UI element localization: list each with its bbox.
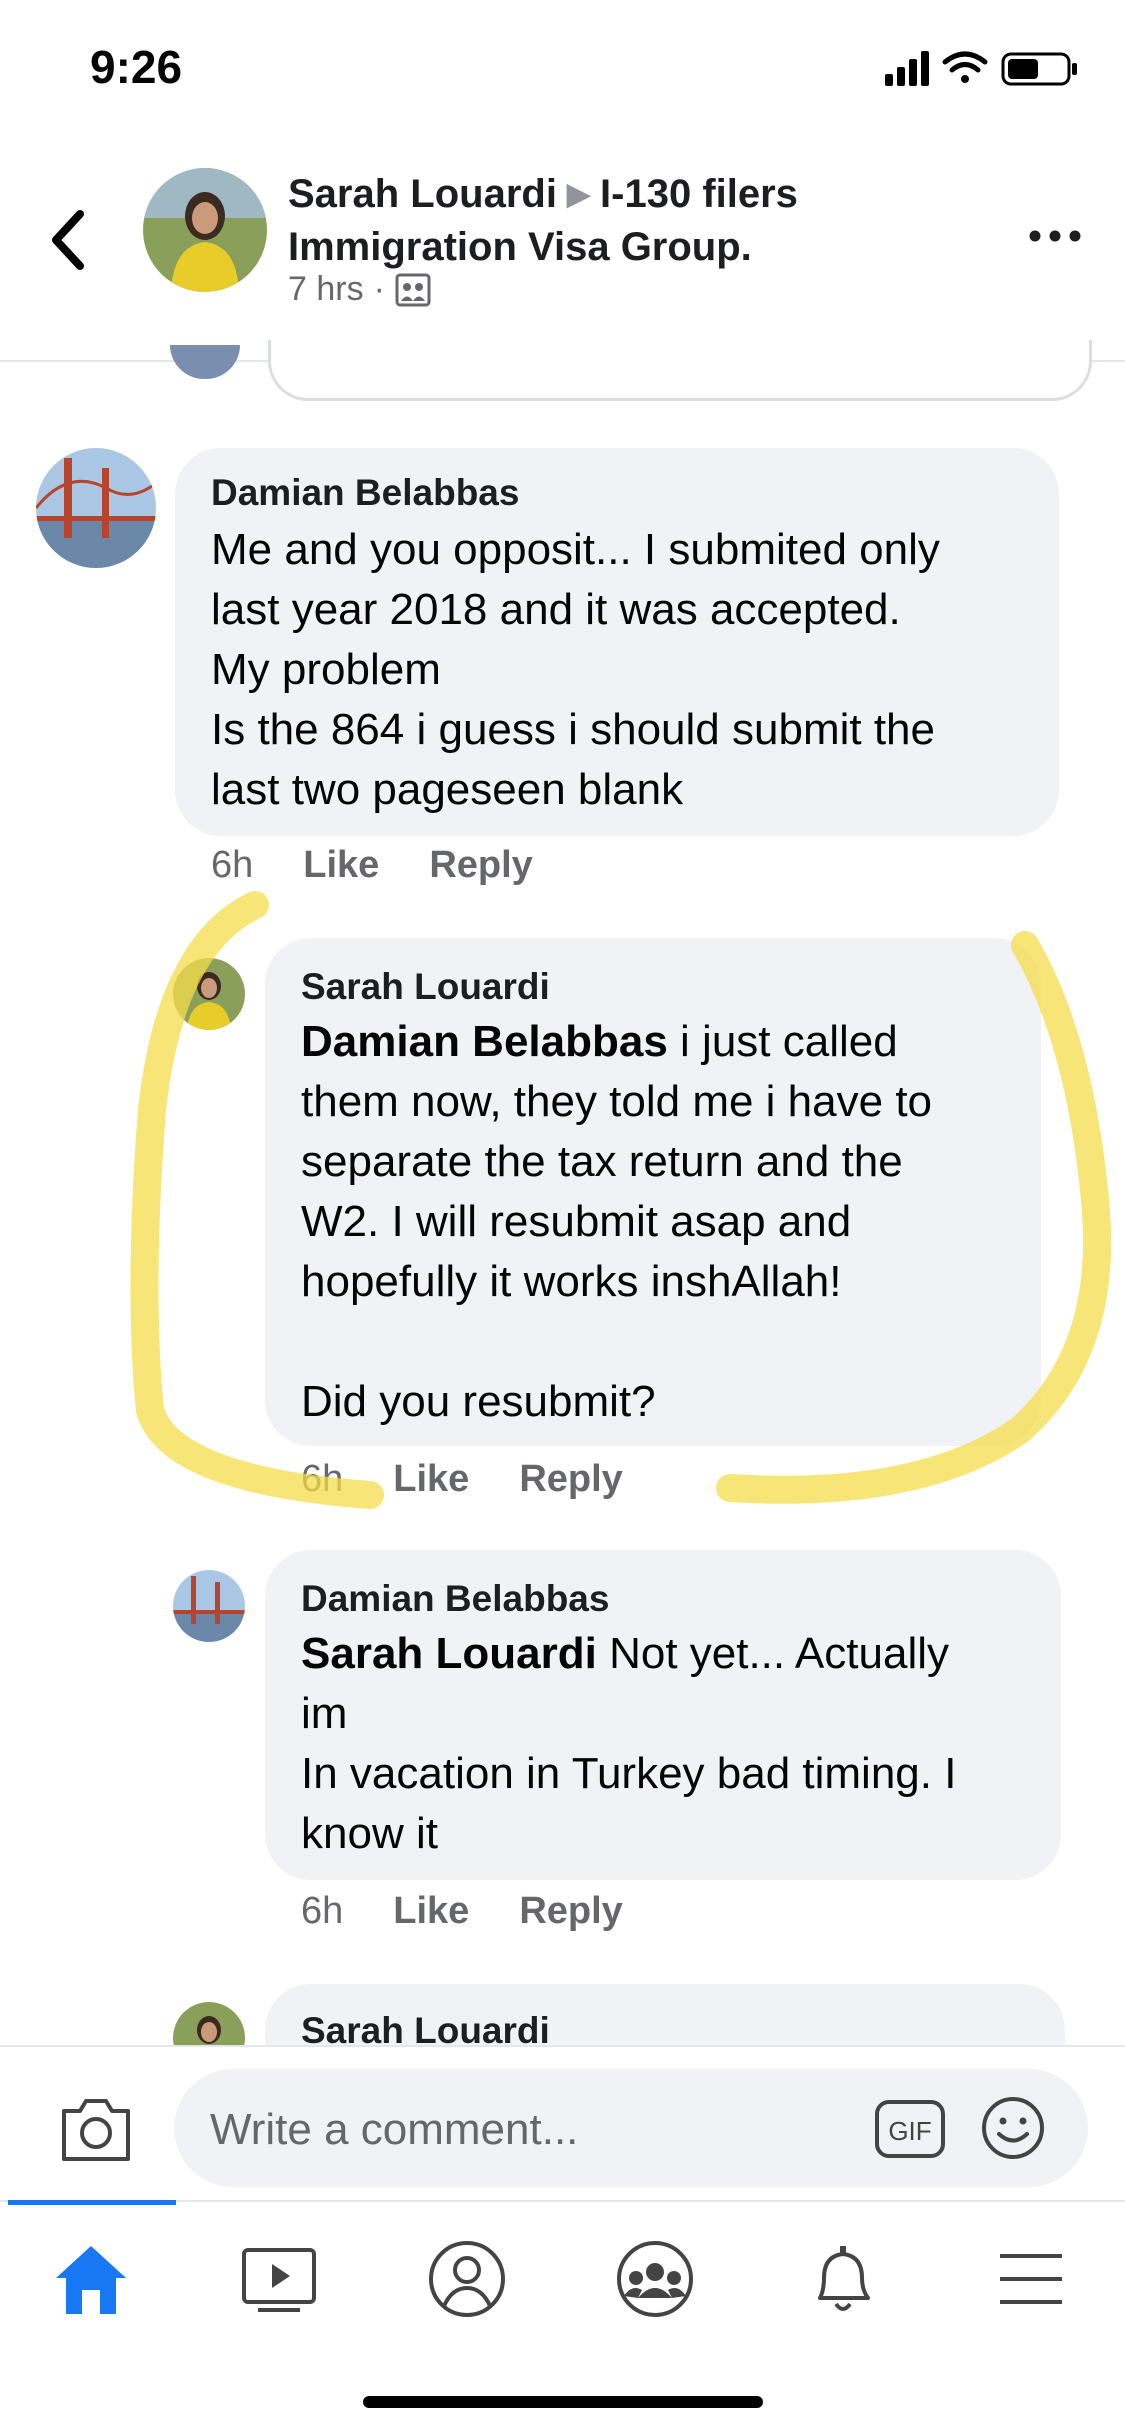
partial-reply-field[interactable] <box>268 340 1092 401</box>
camera-icon[interactable] <box>58 2095 134 2165</box>
post-meta: 7 hrs · <box>288 270 431 309</box>
status-icons <box>885 51 1077 86</box>
groups-icon[interactable] <box>610 2234 700 2324</box>
comment-author[interactable]: Sarah Louardi <box>301 966 550 1008</box>
comment-input[interactable]: Write a comment... GIF <box>174 2069 1088 2187</box>
avatar <box>170 345 240 379</box>
meta-separator: · <box>373 270 385 308</box>
mention-link[interactable]: Damian Belabbas <box>301 1017 668 1066</box>
comment-actions: 6h Like Reply <box>211 844 533 887</box>
signal-icon <box>885 51 929 86</box>
comment-actions: 6h Like Reply <box>301 1458 623 1501</box>
home-icon[interactable] <box>46 2234 136 2324</box>
more-options-icon[interactable] <box>1025 216 1085 256</box>
arrow-right-icon: ▶ <box>566 178 591 211</box>
wifi-icon <box>942 51 988 83</box>
avatar[interactable] <box>173 1570 245 1642</box>
reply-button[interactable]: Reply <box>519 1458 622 1501</box>
home-indicator <box>363 2396 763 2408</box>
back-icon[interactable] <box>40 200 100 280</box>
comment-composer: Write a comment... GIF <box>0 2045 1125 2197</box>
watch-icon[interactable] <box>234 2234 324 2324</box>
post-header: Sarah Louardi ▶ I-130 filers Immigration V… <box>0 140 1125 362</box>
comment-text: Sarah Louardi Not yet... Actually im In … <box>301 1624 1041 1864</box>
comment-text: Me and you opposit... I submited only la… <box>211 525 940 814</box>
comment-placeholder: Write a comment... <box>210 2105 579 2154</box>
notifications-icon[interactable] <box>798 2234 888 2324</box>
like-button[interactable]: Like <box>303 844 379 887</box>
comment-author[interactable]: Damian Belabbas <box>211 472 519 514</box>
status-time: 9:26 <box>90 41 183 93</box>
avatar[interactable] <box>36 448 156 568</box>
profile-icon[interactable] <box>422 2234 512 2324</box>
comment-time: 6h <box>301 1890 344 1932</box>
comment-time: 6h <box>211 844 254 886</box>
comment-text: Damian Belabbas i just called them now, … <box>301 1012 1021 1432</box>
comment-time: 6h <box>301 1458 344 1500</box>
bottom-nav <box>0 2200 1125 2352</box>
like-button[interactable]: Like <box>393 1458 469 1501</box>
post-title[interactable]: Sarah Louardi ▶ I-130 filers Immigration V… <box>288 168 988 273</box>
mention-link[interactable]: Sarah Louardi <box>301 1629 597 1678</box>
gif-label: GIF <box>888 2116 931 2146</box>
emoji-icon[interactable] <box>980 2095 1046 2161</box>
group-privacy-icon <box>395 273 431 306</box>
battery-icon <box>1001 52 1077 86</box>
avatar[interactable] <box>173 958 245 1030</box>
comment-author[interactable]: Damian Belabbas <box>301 1578 609 1620</box>
post-author-name[interactable]: Sarah Louardi <box>288 172 557 216</box>
like-button[interactable]: Like <box>393 1890 469 1933</box>
gif-icon[interactable]: GIF <box>874 2099 946 2159</box>
post-timestamp: 7 hrs <box>288 270 364 308</box>
author-avatar[interactable] <box>143 168 267 292</box>
comment-body: i just called them now, they told me i h… <box>301 1017 933 1426</box>
comment-actions: 6h Like Reply <box>301 1890 623 1933</box>
menu-icon[interactable] <box>986 2234 1076 2324</box>
active-tab-indicator <box>8 2200 176 2205</box>
reply-button[interactable]: Reply <box>429 844 532 887</box>
reply-button[interactable]: Reply <box>519 1890 622 1933</box>
